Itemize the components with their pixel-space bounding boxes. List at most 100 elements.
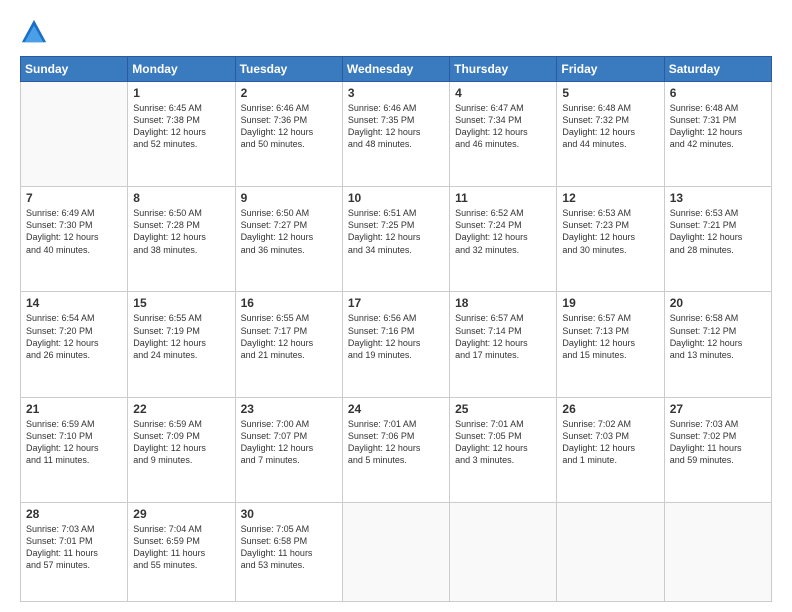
day-info: Sunrise: 6:55 AM Sunset: 7:17 PM Dayligh… [241,312,337,361]
calendar-cell: 7 Sunrise: 6:49 AM Sunset: 7:30 PM Daylig… [21,187,128,292]
calendar-cell: 2 Sunrise: 6:46 AM Sunset: 7:36 PM Daylig… [235,82,342,187]
calendar-cell: 26 Sunrise: 7:02 AM Sunset: 7:03 PM Dayli… [557,397,664,502]
day-info: Sunrise: 6:59 AM Sunset: 7:10 PM Dayligh… [26,418,122,467]
calendar-cell: 12 Sunrise: 6:53 AM Sunset: 7:23 PM Dayli… [557,187,664,292]
day-info: Sunrise: 6:50 AM Sunset: 7:28 PM Dayligh… [133,207,229,256]
day-info: Sunrise: 7:04 AM Sunset: 6:59 PM Dayligh… [133,523,229,572]
calendar-header-row: SundayMondayTuesdayWednesdayThursdayFrid… [21,57,772,82]
calendar-cell: 24 Sunrise: 7:01 AM Sunset: 7:06 PM Dayli… [342,397,449,502]
day-info: Sunrise: 6:52 AM Sunset: 7:24 PM Dayligh… [455,207,551,256]
calendar-day-header: Tuesday [235,57,342,82]
calendar-cell [21,82,128,187]
day-info: Sunrise: 6:55 AM Sunset: 7:19 PM Dayligh… [133,312,229,361]
calendar-cell [450,502,557,601]
calendar-day-header: Wednesday [342,57,449,82]
calendar-cell: 27Sunrise: 7:03 AM Sunset: 7:02 PM Dayli… [664,397,771,502]
calendar-cell: 25Sunrise: 7:01 AM Sunset: 7:05 PM Dayli… [450,397,557,502]
calendar-cell: 8 Sunrise: 6:50 AM Sunset: 7:28 PM Daylig… [128,187,235,292]
day-number: 3 [348,86,444,100]
calendar-cell: 9 Sunrise: 6:50 AM Sunset: 7:27 PM Daylig… [235,187,342,292]
day-number: 10 [348,191,444,205]
calendar-cell [557,502,664,601]
calendar-week-row: 21 Sunrise: 6:59 AM Sunset: 7:10 PM Dayli… [21,397,772,502]
day-info: Sunrise: 6:50 AM Sunset: 7:27 PM Dayligh… [241,207,337,256]
day-number: 7 [26,191,122,205]
day-number: 18 [455,296,551,310]
day-number: 12 [562,191,658,205]
header [20,18,772,46]
day-info: Sunrise: 6:53 AM Sunset: 7:21 PM Dayligh… [670,207,766,256]
day-info: Sunrise: 6:53 AM Sunset: 7:23 PM Dayligh… [562,207,658,256]
calendar-week-row: 1 Sunrise: 6:45 AM Sunset: 7:38 PM Daylig… [21,82,772,187]
calendar-table: SundayMondayTuesdayWednesdayThursdayFrid… [20,56,772,602]
day-info: Sunrise: 6:47 AM Sunset: 7:34 PM Dayligh… [455,102,551,151]
page: SundayMondayTuesdayWednesdayThursdayFrid… [0,0,792,612]
calendar-cell: 30Sunrise: 7:05 AM Sunset: 6:58 PM Dayli… [235,502,342,601]
day-number: 16 [241,296,337,310]
calendar-cell: 23Sunrise: 7:00 AM Sunset: 7:07 PM Dayli… [235,397,342,502]
calendar-cell: 29Sunrise: 7:04 AM Sunset: 6:59 PM Dayli… [128,502,235,601]
day-info: Sunrise: 6:59 AM Sunset: 7:09 PM Dayligh… [133,418,229,467]
day-number: 1 [133,86,229,100]
day-number: 13 [670,191,766,205]
calendar-cell: 4 Sunrise: 6:47 AM Sunset: 7:34 PM Daylig… [450,82,557,187]
calendar-week-row: 7 Sunrise: 6:49 AM Sunset: 7:30 PM Daylig… [21,187,772,292]
calendar-cell: 20 Sunrise: 6:58 AM Sunset: 7:12 PM Dayli… [664,292,771,397]
day-info: Sunrise: 6:48 AM Sunset: 7:31 PM Dayligh… [670,102,766,151]
day-number: 11 [455,191,551,205]
calendar-cell: 3 Sunrise: 6:46 AM Sunset: 7:35 PM Daylig… [342,82,449,187]
day-info: Sunrise: 6:57 AM Sunset: 7:14 PM Dayligh… [455,312,551,361]
calendar-cell: 14 Sunrise: 6:54 AM Sunset: 7:20 PM Dayli… [21,292,128,397]
calendar-cell: 18 Sunrise: 6:57 AM Sunset: 7:14 PM Dayli… [450,292,557,397]
calendar-cell: 22 Sunrise: 6:59 AM Sunset: 7:09 PM Dayli… [128,397,235,502]
logo [20,18,52,46]
day-number: 20 [670,296,766,310]
day-number: 19 [562,296,658,310]
day-info: Sunrise: 6:45 AM Sunset: 7:38 PM Dayligh… [133,102,229,151]
calendar-cell [342,502,449,601]
day-number: 24 [348,402,444,416]
day-info: Sunrise: 6:56 AM Sunset: 7:16 PM Dayligh… [348,312,444,361]
calendar-day-header: Friday [557,57,664,82]
day-info: Sunrise: 6:46 AM Sunset: 7:36 PM Dayligh… [241,102,337,151]
calendar-cell: 13 Sunrise: 6:53 AM Sunset: 7:21 PM Dayli… [664,187,771,292]
day-info: Sunrise: 6:51 AM Sunset: 7:25 PM Dayligh… [348,207,444,256]
day-info: Sunrise: 7:02 AM Sunset: 7:03 PM Dayligh… [562,418,658,467]
day-info: Sunrise: 7:01 AM Sunset: 7:05 PM Dayligh… [455,418,551,467]
day-info: Sunrise: 7:01 AM Sunset: 7:06 PM Dayligh… [348,418,444,467]
calendar-cell: 10 Sunrise: 6:51 AM Sunset: 7:25 PM Dayli… [342,187,449,292]
calendar-cell: 16 Sunrise: 6:55 AM Sunset: 7:17 PM Dayli… [235,292,342,397]
logo-icon [20,18,48,46]
day-number: 26 [562,402,658,416]
day-number: 22 [133,402,229,416]
calendar-cell: 17 Sunrise: 6:56 AM Sunset: 7:16 PM Dayli… [342,292,449,397]
day-info: Sunrise: 6:46 AM Sunset: 7:35 PM Dayligh… [348,102,444,151]
calendar-cell: 5Sunrise: 6:48 AM Sunset: 7:32 PM Daylig… [557,82,664,187]
calendar-day-header: Thursday [450,57,557,82]
calendar-cell: 21 Sunrise: 6:59 AM Sunset: 7:10 PM Dayli… [21,397,128,502]
day-number: 17 [348,296,444,310]
day-number: 21 [26,402,122,416]
calendar-cell: 28Sunrise: 7:03 AM Sunset: 7:01 PM Dayli… [21,502,128,601]
day-number: 15 [133,296,229,310]
calendar-day-header: Saturday [664,57,771,82]
day-number: 14 [26,296,122,310]
day-info: Sunrise: 7:03 AM Sunset: 7:02 PM Dayligh… [670,418,766,467]
day-info: Sunrise: 6:54 AM Sunset: 7:20 PM Dayligh… [26,312,122,361]
calendar-cell: 1 Sunrise: 6:45 AM Sunset: 7:38 PM Daylig… [128,82,235,187]
day-number: 23 [241,402,337,416]
day-info: Sunrise: 6:48 AM Sunset: 7:32 PM Dayligh… [562,102,658,151]
day-number: 9 [241,191,337,205]
day-number: 6 [670,86,766,100]
day-info: Sunrise: 6:49 AM Sunset: 7:30 PM Dayligh… [26,207,122,256]
calendar-cell: 11 Sunrise: 6:52 AM Sunset: 7:24 PM Dayli… [450,187,557,292]
day-info: Sunrise: 7:03 AM Sunset: 7:01 PM Dayligh… [26,523,122,572]
day-number: 8 [133,191,229,205]
day-number: 4 [455,86,551,100]
calendar-week-row: 14 Sunrise: 6:54 AM Sunset: 7:20 PM Dayli… [21,292,772,397]
calendar-week-row: 28Sunrise: 7:03 AM Sunset: 7:01 PM Dayli… [21,502,772,601]
day-info: Sunrise: 6:58 AM Sunset: 7:12 PM Dayligh… [670,312,766,361]
calendar-cell: 19Sunrise: 6:57 AM Sunset: 7:13 PM Dayli… [557,292,664,397]
day-number: 30 [241,507,337,521]
day-number: 2 [241,86,337,100]
